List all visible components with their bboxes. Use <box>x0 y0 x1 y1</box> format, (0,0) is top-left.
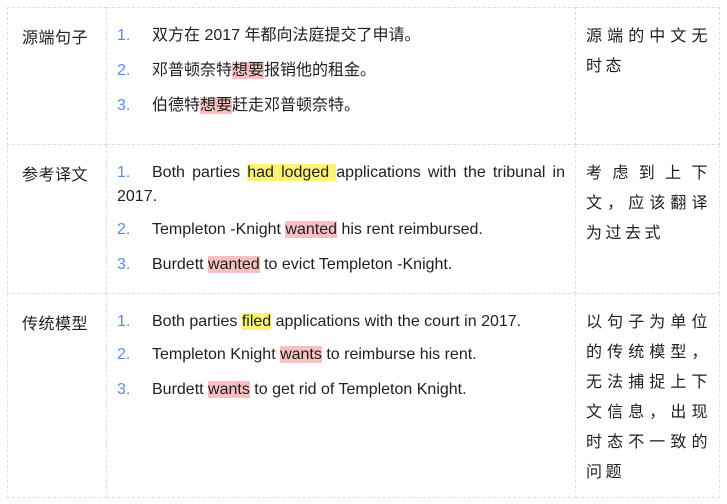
row-label: 源端句子 <box>7 7 107 145</box>
highlight-yellow: filed <box>241 313 272 330</box>
item-text: Templeton ‑Knight <box>152 221 286 238</box>
comparison-table: 源端句子 1. 双方在 2017 年都向法庭提交了申请。 2. 邓普顿奈特想要报销他… <box>7 7 720 498</box>
list-item: 2. Templeton Knight wants to reimburse hi… <box>117 343 565 367</box>
row-note: 以句子为单位的传统模型，无法捕捉上下文信息，出现时态不一致的问题 <box>575 293 720 498</box>
item-text: 伯德特 <box>152 97 201 114</box>
item-number: 1. <box>117 313 131 330</box>
row-label: 传统模型 <box>7 293 107 498</box>
highlight-red: 想要 <box>200 97 233 114</box>
sentence-list: 1. Both parties had lodged applications w… <box>106 144 576 294</box>
highlight-red: 想要 <box>232 62 265 79</box>
sentence-list: 1. Both parties filed applications with t… <box>106 293 576 498</box>
item-text: his rent reimbursed. <box>337 221 483 238</box>
highlight-red: wanted <box>285 221 337 238</box>
sentence-list: 1. 双方在 2017 年都向法庭提交了申请。 2. 邓普顿奈特想要报销他的租金。 … <box>106 7 576 145</box>
table-row-source: 源端句子 1. 双方在 2017 年都向法庭提交了申请。 2. 邓普顿奈特想要报销他… <box>7 7 720 145</box>
list-item: 3. 伯德特想要赶走邓普顿奈特。 <box>117 94 565 118</box>
item-text: applications with the court in 2017. <box>271 313 522 330</box>
table-row-reference: 参考译文 1. Both parties had lodged applicati… <box>7 144 720 294</box>
item-number: 2. <box>117 221 131 238</box>
item-text: Burdett <box>152 256 209 273</box>
item-text: to evict Templeton ‑Knight. <box>259 256 453 273</box>
item-number: 1. <box>117 27 131 44</box>
highlight-red: wants <box>208 381 250 398</box>
list-item: 3. Burdett wanted to evict Templeton ‑Kni… <box>117 253 565 277</box>
highlight-red: wanted <box>208 256 260 273</box>
list-item: 2. Templeton ‑Knight wanted his rent reim… <box>117 218 565 242</box>
item-text: 双方在 2017 年都向法庭提交了申请。 <box>152 27 421 44</box>
item-text: Templeton Knight <box>152 346 281 363</box>
list-item: 1. 双方在 2017 年都向法庭提交了申请。 <box>117 24 565 48</box>
item-number: 2. <box>117 346 131 363</box>
item-text: Both parties <box>152 313 242 330</box>
list-item: 1. Both parties filed applications with t… <box>117 310 565 334</box>
item-text: 赶走邓普顿奈特。 <box>232 97 361 114</box>
list-item: 3. Burdett wants to get rid of Templeton … <box>117 378 565 402</box>
list-item: 2. 邓普顿奈特想要报销他的租金。 <box>117 59 565 83</box>
item-text: 报销他的租金。 <box>264 62 377 79</box>
row-note: 考虑到上下文，应该翻译为过去式 <box>575 144 720 294</box>
item-number: 2. <box>117 62 131 79</box>
item-text: Both parties <box>152 164 248 181</box>
item-number: 3. <box>117 256 131 273</box>
row-note: 源端的中文无时态 <box>575 7 720 145</box>
item-number: 1. <box>117 164 131 181</box>
table-row-baseline: 传统模型 1. Both parties filed applications w… <box>7 293 720 498</box>
item-number: 3. <box>117 97 131 114</box>
item-text: Burdett <box>152 381 209 398</box>
highlight-red: wants <box>280 346 322 363</box>
list-item: 1. Both parties had lodged applications w… <box>117 161 565 209</box>
item-number: 3. <box>117 381 131 398</box>
item-text: 邓普顿奈特 <box>152 62 233 79</box>
item-text: to reimburse his rent. <box>321 346 477 363</box>
row-label: 参考译文 <box>7 144 107 294</box>
highlight-yellow: had lodged <box>247 164 337 181</box>
item-text: to get rid of Templeton Knight. <box>249 381 467 398</box>
